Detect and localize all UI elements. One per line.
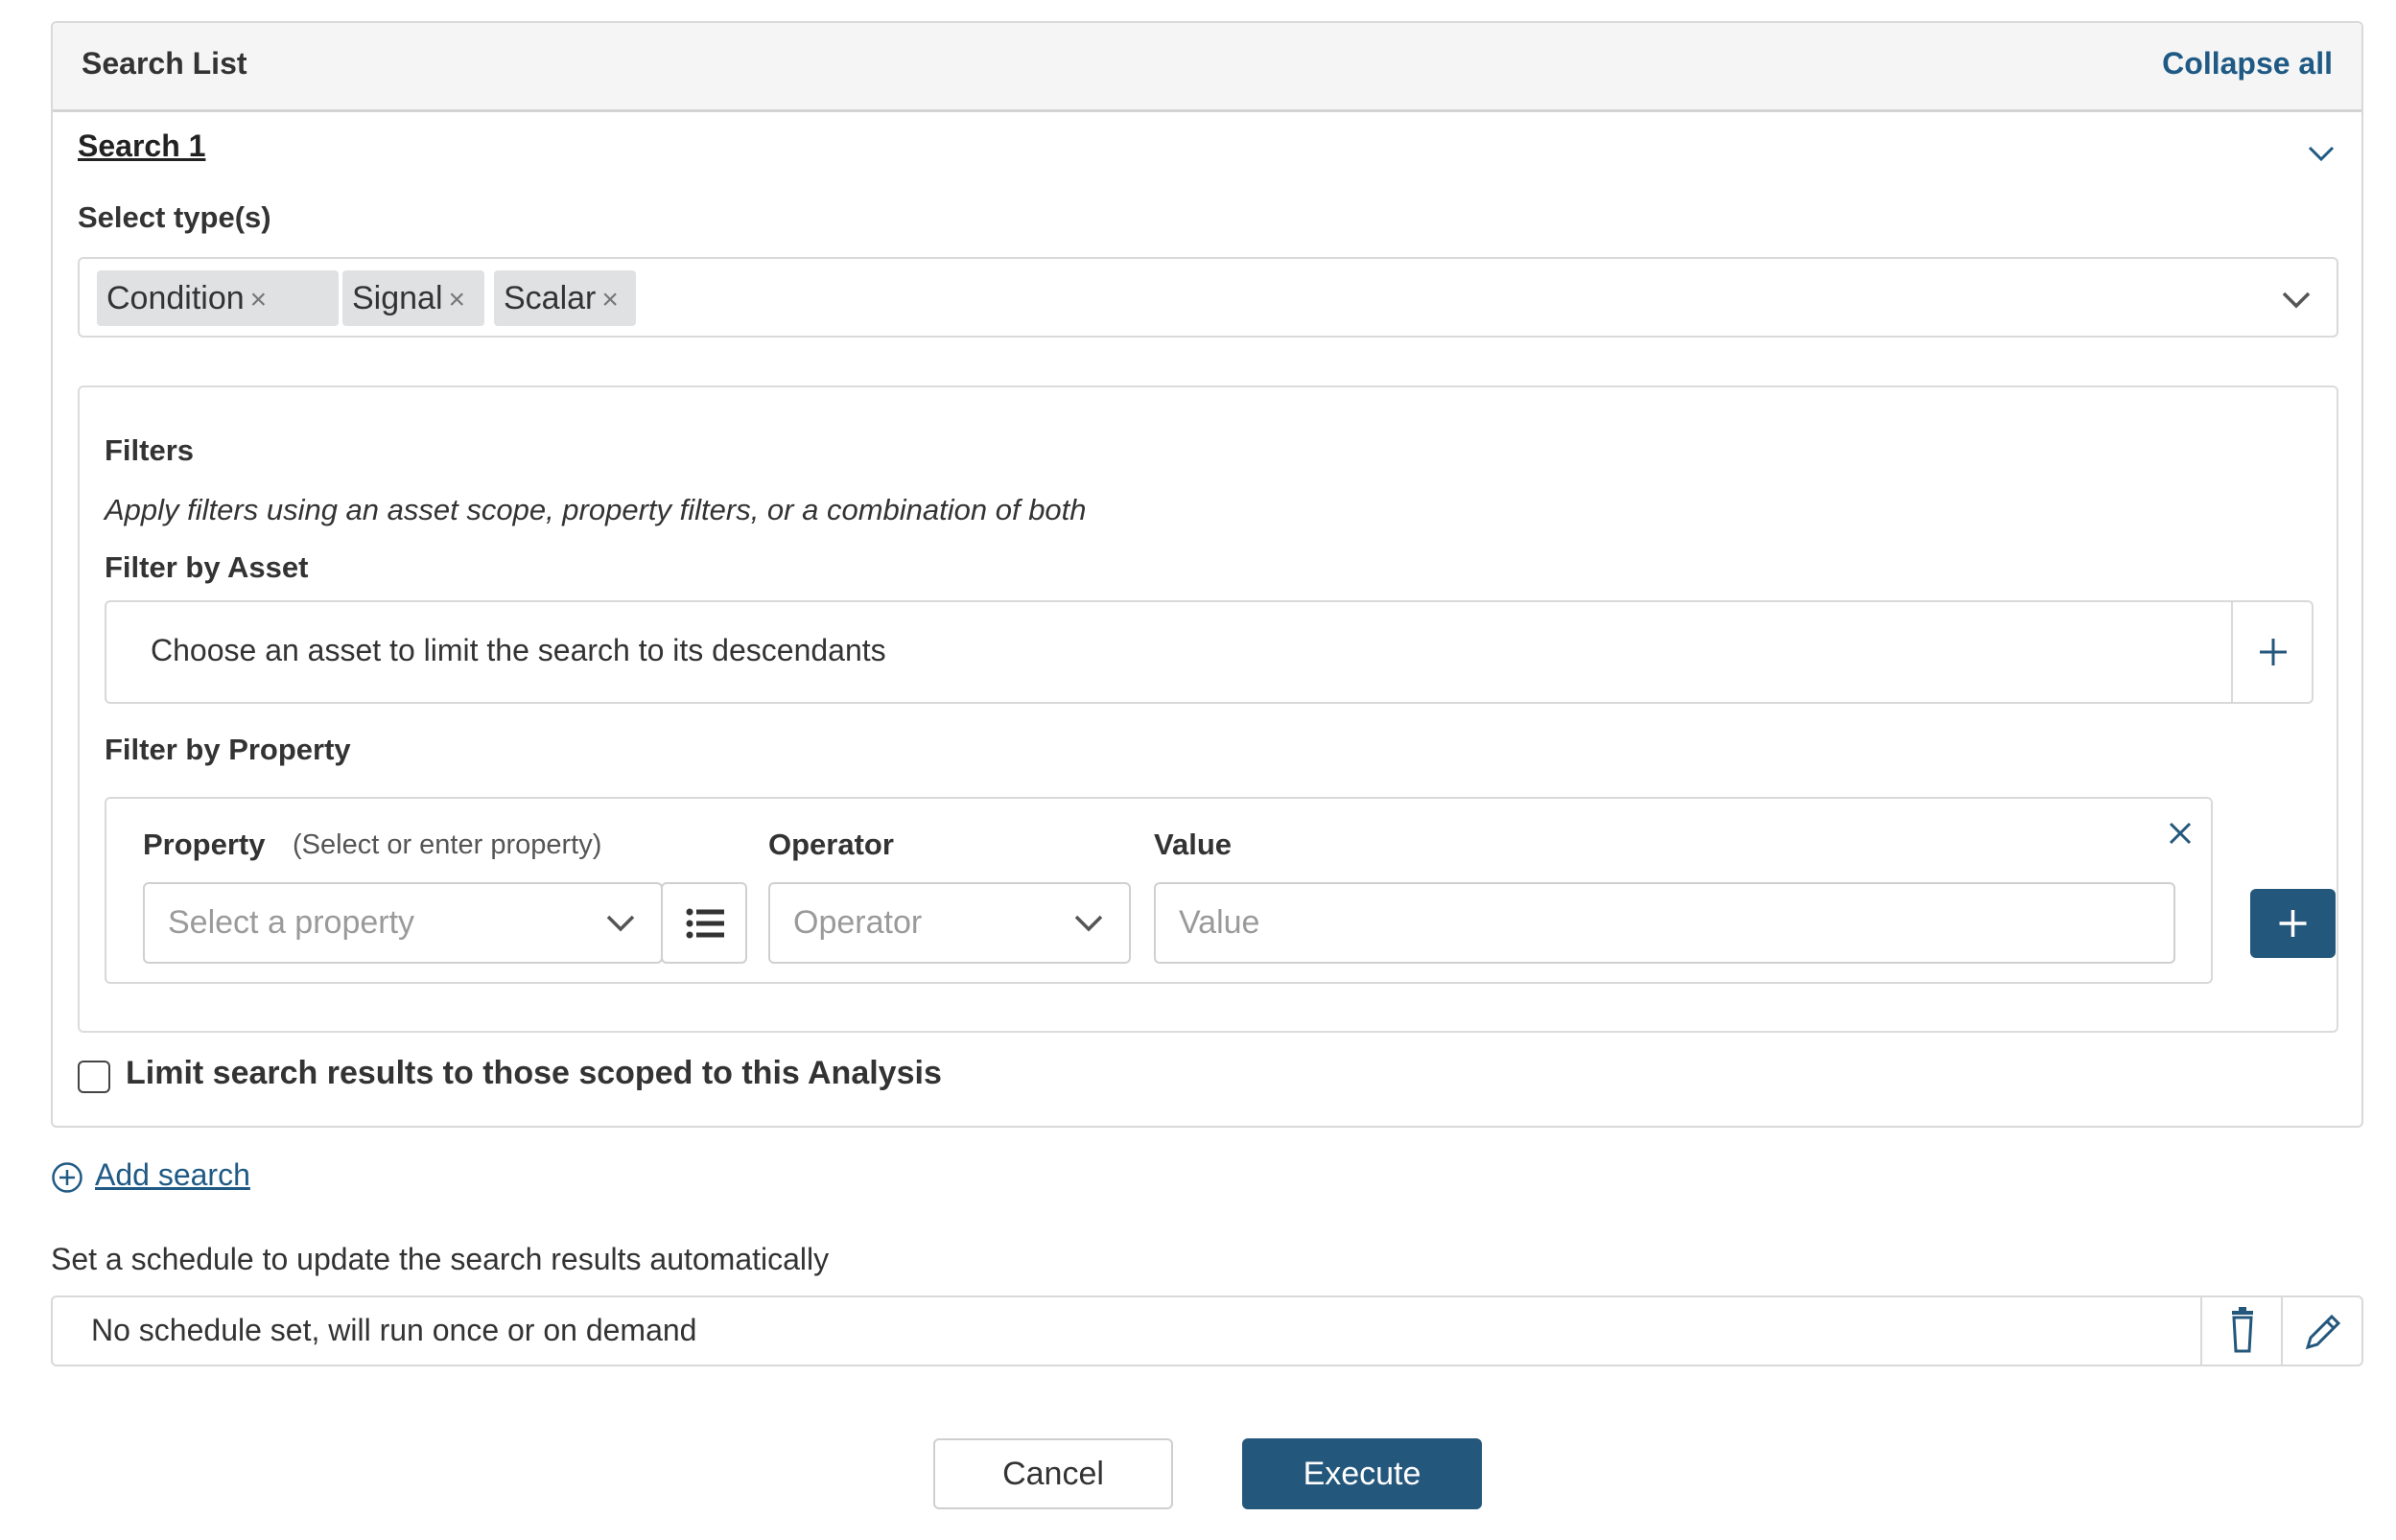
pencil-icon[interactable]: [2281, 1297, 2361, 1365]
plus-icon[interactable]: [2231, 602, 2312, 702]
panel-header: Search List Collapse all: [53, 23, 2361, 112]
plus-icon: [2250, 889, 2336, 958]
limit-scope-checkbox[interactable]: [78, 1061, 110, 1093]
cancel-button[interactable]: Cancel: [933, 1438, 1173, 1509]
operator-select[interactable]: Operator: [768, 882, 1131, 964]
property-select[interactable]: Select a property: [143, 882, 663, 964]
filters-section: Filters Apply filters using an asset sco…: [78, 385, 2338, 1033]
chevron-down-icon: [603, 905, 638, 940]
value-placeholder: Value: [1179, 904, 1260, 941]
type-chip-signal: Signal ×: [342, 270, 484, 326]
chip-label: Signal: [352, 280, 443, 316]
asset-placeholder: Choose an asset to limit the search to i…: [151, 633, 886, 667]
schedule-value: No schedule set, will run once or on dem…: [91, 1313, 697, 1347]
value-label: Value: [1154, 828, 1232, 861]
close-icon[interactable]: ×: [601, 284, 619, 315]
operator-label: Operator: [768, 828, 894, 861]
circle-plus-icon: [51, 1161, 83, 1194]
filters-subtitle: Apply filters using an asset scope, prop…: [105, 493, 1087, 526]
panel-title: Search List: [82, 46, 247, 81]
value-input[interactable]: Value: [1154, 882, 2175, 964]
close-icon[interactable]: ×: [250, 284, 268, 315]
add-property-filter-button[interactable]: [2250, 889, 2336, 958]
chip-label: Scalar: [504, 280, 597, 316]
search-list-panel: Search List Collapse all Search 1 Select…: [51, 21, 2363, 1128]
property-hint: (Select or enter property): [293, 829, 602, 860]
schedule-label: Set a schedule to update the search resu…: [51, 1242, 830, 1276]
property-placeholder: Select a property: [168, 904, 415, 941]
list-icon: [686, 907, 724, 940]
close-icon[interactable]: [2165, 818, 2196, 849]
limit-scope-label[interactable]: Limit search results to those scoped to …: [126, 1055, 942, 1092]
filters-title: Filters: [105, 433, 195, 467]
type-chip-condition: Condition ×: [97, 270, 339, 326]
chip-label: Condition: [106, 280, 245, 316]
filter-by-property-label: Filter by Property: [105, 733, 351, 766]
operator-placeholder: Operator: [793, 904, 923, 941]
property-filter-row: Property (Select or enter property) Oper…: [105, 797, 2213, 984]
property-label: Property: [143, 828, 266, 861]
filter-by-asset-label: Filter by Asset: [105, 550, 309, 584]
type-chip-scalar: Scalar ×: [494, 270, 636, 326]
chevron-down-icon[interactable]: [2304, 136, 2338, 171]
type-multiselect[interactable]: Condition × Signal × Scalar ×: [78, 257, 2338, 338]
schedule-field: No schedule set, will run once or on dem…: [51, 1295, 2363, 1366]
collapse-all-link[interactable]: Collapse all: [2162, 46, 2333, 82]
chevron-down-icon: [1071, 905, 1106, 940]
search-title[interactable]: Search 1: [78, 128, 205, 164]
close-icon[interactable]: ×: [449, 284, 466, 315]
add-search-label: Add search: [95, 1157, 250, 1192]
trash-icon[interactable]: [2200, 1297, 2281, 1365]
chevron-down-icon[interactable]: [2279, 282, 2314, 316]
asset-picker[interactable]: Choose an asset to limit the search to i…: [105, 600, 2314, 704]
execute-button[interactable]: Execute: [1242, 1438, 1482, 1509]
property-list-button[interactable]: [661, 882, 747, 964]
select-types-label: Select type(s): [78, 200, 271, 234]
